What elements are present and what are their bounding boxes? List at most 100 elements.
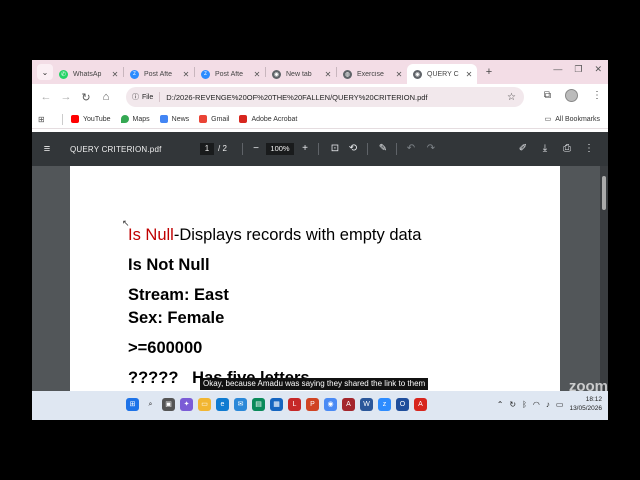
search-icon[interactable]: ⌕ xyxy=(144,398,157,411)
toolbar-divider xyxy=(242,143,243,155)
acrobat-taskbar-icon[interactable]: A xyxy=(414,398,427,411)
all-bookmarks-label: All Bookmarks xyxy=(555,115,600,123)
chevron-up-icon[interactable]: ⌃ xyxy=(497,400,504,409)
edge-icon[interactable]: e xyxy=(216,398,229,411)
youtube-icon xyxy=(71,115,79,123)
task-view-icon[interactable]: ▣ xyxy=(162,398,175,411)
page-total: / 2 xyxy=(218,144,227,153)
tab-whatsapp[interactable]: ✆ WhatsAp ✕ xyxy=(53,64,123,84)
undo-icon[interactable]: ↶ xyxy=(404,142,418,156)
zoom-icon: z xyxy=(201,69,210,79)
close-window-icon[interactable]: ✕ xyxy=(594,64,602,75)
pdf-viewport[interactable]: Is Null-Displays records with empty data… xyxy=(32,166,608,391)
pdf-filename: QUERY CRITERION.pdf xyxy=(70,144,162,154)
bookmark-adobe-acrobat[interactable]: Adobe Acrobat xyxy=(239,115,297,123)
tab-query-criterion[interactable]: ◉ QUERY C ✕ xyxy=(407,64,477,84)
mail-icon[interactable]: ✉ xyxy=(234,398,247,411)
close-icon[interactable]: ✕ xyxy=(464,70,474,79)
tab-search-button[interactable]: ⌄ xyxy=(37,64,53,80)
toolbar-divider xyxy=(367,143,368,155)
bookmarks-bar: ⊞ YouTube Maps News Gmail Adobe Acrobat … xyxy=(32,110,608,129)
fit-page-icon[interactable]: ⊡ xyxy=(328,142,342,156)
close-icon[interactable]: ✕ xyxy=(394,70,404,79)
powerpoint-icon[interactable]: P xyxy=(306,398,319,411)
criterion-sex: Sex: Female xyxy=(128,309,225,327)
avatar[interactable] xyxy=(565,89,578,102)
is-null-description: -Displays records with empty data xyxy=(173,226,422,244)
close-icon[interactable]: ✕ xyxy=(181,70,191,79)
home-icon[interactable]: ⌂ xyxy=(96,91,116,103)
copilot-icon[interactable]: ✦ xyxy=(180,398,193,411)
chrome-taskbar-icon[interactable]: ◉ xyxy=(324,398,337,411)
extensions-icon[interactable]: ⧉ xyxy=(544,90,551,101)
start-icon[interactable]: ⊞ xyxy=(126,398,139,411)
new-tab-button[interactable]: + xyxy=(481,66,497,78)
system-tray: ⌃ ↻ ᛒ ◠ ♪ ▭ 18:12 13/05/2026 xyxy=(497,395,602,413)
bookmark-label: Gmail xyxy=(211,115,230,123)
info-icon: ⓘ xyxy=(132,94,139,101)
is-null-keyword: Is Null xyxy=(128,226,174,244)
forward-icon[interactable]: → xyxy=(56,91,76,103)
site-info-chip[interactable]: ⓘ File xyxy=(132,92,161,102)
battery-icon[interactable]: ▭ xyxy=(556,400,564,409)
bookmark-news[interactable]: News xyxy=(159,115,190,123)
download-icon[interactable]: ⤓ xyxy=(538,142,552,156)
app-l-icon[interactable]: L xyxy=(288,398,301,411)
sync-icon[interactable]: ↻ xyxy=(509,400,516,409)
zoom-out-icon[interactable]: − xyxy=(249,142,263,156)
bookmark-youtube[interactable]: YouTube xyxy=(71,115,111,123)
volume-icon[interactable]: ♪ xyxy=(546,400,550,409)
store-icon[interactable]: ▤ xyxy=(252,398,265,411)
outlook-icon[interactable]: O xyxy=(396,398,409,411)
wifi-icon[interactable]: ◠ xyxy=(533,400,540,409)
zoom-in-icon[interactable]: + xyxy=(298,142,312,156)
calculator-icon[interactable]: ▦ xyxy=(270,398,283,411)
print-icon[interactable]: ⎙ xyxy=(560,142,574,156)
word-icon[interactable]: W xyxy=(360,398,373,411)
clock-date: 13/05/2026 xyxy=(569,405,602,412)
scrollbar-thumb[interactable] xyxy=(602,176,606,210)
bookmark-gmail[interactable]: Gmail xyxy=(199,115,229,123)
close-icon[interactable]: ✕ xyxy=(323,70,333,79)
chrome-icon: ◉ xyxy=(272,69,281,79)
mouse-cursor-icon: ↖ xyxy=(122,218,130,228)
clock[interactable]: 18:12 13/05/2026 xyxy=(569,395,602,413)
toolbar-divider xyxy=(318,143,319,155)
redo-icon[interactable]: ↷ xyxy=(424,142,438,156)
apps-grid-icon[interactable]: ⊞ xyxy=(38,115,50,124)
access-icon[interactable]: A xyxy=(342,398,355,411)
url-text[interactable]: D:/2026-REVENGE%20OF%20THE%20FALLEN/QUER… xyxy=(166,93,427,102)
page-number-input[interactable]: 1 xyxy=(200,143,214,155)
rotate-icon[interactable]: ⟲ xyxy=(346,142,360,156)
pdf-scrollbar[interactable] xyxy=(600,166,608,391)
bluetooth-icon[interactable]: ᛒ xyxy=(522,400,527,409)
minimize-icon[interactable]: — xyxy=(553,64,562,75)
restore-icon[interactable]: ❐ xyxy=(574,64,582,75)
draw-icon[interactable]: ✎ xyxy=(376,142,390,156)
tab-exercise[interactable]: ◍ Exercise ✕ xyxy=(337,64,407,84)
close-icon[interactable]: ✕ xyxy=(110,70,120,79)
all-bookmarks-button[interactable]: ▭ All Bookmarks xyxy=(545,115,600,124)
tab-post-after-2[interactable]: z Post Afte ✕ xyxy=(195,64,265,84)
address-bar[interactable]: ⓘ File D:/2026-REVENGE%20OF%20THE%20FALL… xyxy=(126,87,524,107)
close-icon[interactable]: ✕ xyxy=(252,70,262,79)
more-menu-icon[interactable]: ⋮ xyxy=(592,90,602,101)
zoom-level-input[interactable]: 100% xyxy=(266,143,294,155)
tab-new-tab[interactable]: ◉ New tab ✕ xyxy=(266,64,336,84)
bookmark-maps[interactable]: Maps xyxy=(120,115,150,123)
back-icon[interactable]: ← xyxy=(36,91,56,103)
zoom-taskbar-icon[interactable]: z xyxy=(378,398,391,411)
pdf-more-icon[interactable]: ⋮ xyxy=(582,142,596,156)
bookmark-star-icon[interactable]: ☆ xyxy=(507,92,516,103)
reload-icon[interactable]: ↻ xyxy=(76,91,96,104)
zoom-watermark: zoom xyxy=(568,378,608,395)
file-explorer-icon[interactable]: ▭ xyxy=(198,398,211,411)
tab-post-after-1[interactable]: z Post Afte ✕ xyxy=(124,64,194,84)
live-caption: Okay, because Amadu was saying they shar… xyxy=(200,378,429,390)
bookmark-label: News xyxy=(171,115,190,123)
maps-icon xyxy=(120,115,129,123)
taskbar: ⊞ ⌕ ▣ ✦ ▭ e ✉ ▤ ▦ L P ◉ A W z O A ⌃ ↻ ᛒ … xyxy=(32,391,608,420)
pdf-menu-icon[interactable]: ≡ xyxy=(32,143,62,155)
annotate-icon[interactable]: ✐ xyxy=(516,142,530,156)
bookmark-label: YouTube xyxy=(83,115,111,123)
